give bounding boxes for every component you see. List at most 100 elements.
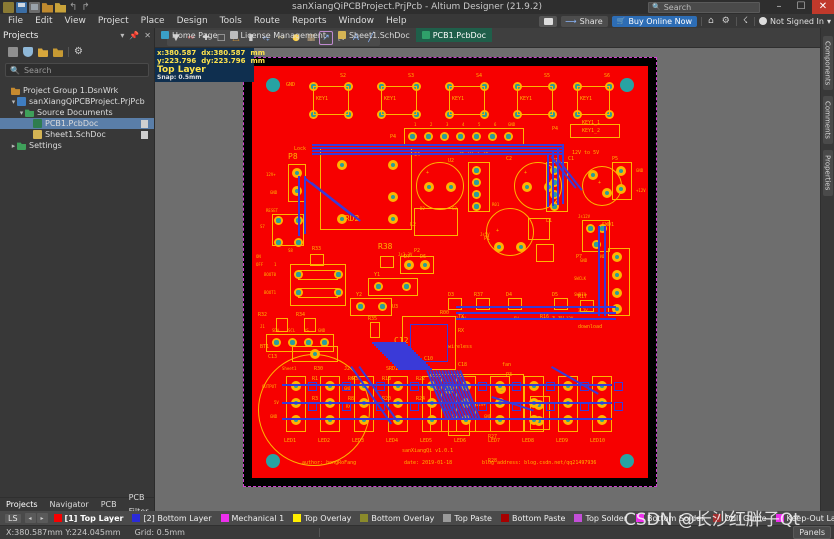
project-search-input[interactable]: 🔍 Search	[5, 63, 149, 77]
projects-panel-toolbar: ⚙	[0, 43, 154, 61]
menu-item-window[interactable]: Window	[333, 14, 381, 28]
hud-dy: dy:223.796	[201, 57, 245, 65]
expander-icon[interactable]: ▾	[10, 98, 17, 106]
pcb-board[interactable]: GND S2 KEY1 S3	[243, 57, 657, 487]
trace	[614, 402, 623, 411]
silk-led-label: LED4	[386, 438, 398, 444]
open-project-icon[interactable]	[42, 2, 53, 13]
silk-designator: S6	[604, 73, 610, 79]
tree-item-pcb1-pcbdoc[interactable]: PCB1.PcbDoc	[0, 118, 154, 129]
doc-tab-license-management[interactable]: License Management	[224, 28, 332, 42]
panel-menu-icon[interactable]: ▾	[120, 31, 124, 40]
open-project-folder-icon[interactable]	[38, 47, 48, 57]
layer-tab[interactable]: Keep-Out Layer	[776, 514, 834, 523]
pad	[292, 168, 302, 178]
open-document-icon[interactable]	[55, 2, 66, 13]
copper-trace	[312, 144, 562, 146]
maximize-button[interactable]: ☐	[790, 0, 812, 14]
tree-item-workspace[interactable]: Project Group 1.DsnWrk	[0, 85, 154, 96]
layer-prev-button[interactable]: ◂	[25, 513, 36, 523]
menu-item-place[interactable]: Place	[135, 14, 171, 28]
home-icon[interactable]: ⌂	[706, 16, 716, 26]
menu-item-help[interactable]: Help	[380, 14, 413, 28]
tab-pcb[interactable]: PCB	[95, 498, 123, 512]
save-icon[interactable]	[16, 2, 27, 13]
silk-part-name: KEY1	[384, 96, 396, 102]
global-search-placeholder: Search	[664, 3, 691, 12]
tree-item-source-documents[interactable]: ▾ Source Documents	[0, 107, 154, 118]
doc-tab-home-page[interactable]: Home Page	[155, 28, 224, 42]
buy-online-button[interactable]: 🛒 Buy Online Now	[612, 16, 697, 27]
altium-logo-icon[interactable]	[3, 2, 14, 13]
tree-item-project[interactable]: ▾ sanXiangQiPCBProject.PrjPcb	[0, 96, 154, 107]
layer-sets-button[interactable]: LS	[5, 514, 21, 523]
pad	[337, 214, 347, 224]
panel-pin-icon[interactable]: 📌	[129, 31, 139, 40]
compile-project-icon[interactable]	[23, 47, 33, 57]
menu-item-project[interactable]: Project	[92, 14, 135, 28]
comments-button[interactable]	[539, 16, 557, 27]
menu-item-file[interactable]: File	[5, 14, 29, 28]
top-layer-copper-fill: GND S2 KEY1 S3	[252, 66, 648, 478]
layer-next-button[interactable]: ▸	[37, 513, 48, 523]
tab-properties[interactable]: Properties	[823, 150, 833, 195]
tree-item-sheet1-schdoc[interactable]: Sheet1.SchDoc	[0, 129, 154, 140]
gear-icon[interactable]: ⚙	[720, 16, 732, 26]
divider	[701, 17, 702, 26]
layer-tab[interactable]: Bottom Paste	[501, 514, 565, 523]
layer-tab[interactable]: Top Solder	[574, 514, 627, 523]
layer-tab[interactable]: Drill Guide	[713, 514, 766, 523]
tab-navigator[interactable]: Navigator	[44, 498, 95, 512]
layer-tab[interactable]: Bottom Solder	[636, 514, 704, 523]
expander-icon[interactable]: ▾	[18, 109, 25, 117]
pad	[408, 132, 417, 141]
tab-projects[interactable]: Projects	[0, 498, 44, 512]
silk-designator: S5	[544, 73, 550, 79]
mounting-hole	[620, 454, 634, 468]
global-search-input[interactable]: 🔍 Search	[648, 2, 760, 13]
save-all-icon[interactable]	[29, 2, 40, 13]
close-button[interactable]: ✕	[812, 0, 834, 14]
layer-name: Bottom Overlay	[371, 514, 434, 523]
doc-tab-sheet1-schdoc[interactable]: Sheet1.SchDoc	[332, 28, 416, 42]
undo-icon[interactable]: ↰	[68, 2, 78, 13]
tab-components[interactable]: Components	[823, 36, 833, 90]
expander-icon[interactable]: ▸	[10, 142, 17, 150]
menu-item-reports[interactable]: Reports	[286, 14, 333, 28]
extensions-icon[interactable]: ☇	[741, 16, 750, 26]
add-to-project-icon[interactable]	[53, 47, 63, 57]
altium-designer-window: ↰ ↱ sanXiangQiPCBProject.PrjPcb - Altium…	[0, 0, 834, 539]
panel-close-icon[interactable]: ✕	[144, 31, 151, 40]
doc-tab-pcb1-pcbdoc[interactable]: PCB1.PcbDoc	[416, 28, 492, 42]
redo-icon[interactable]: ↱	[80, 2, 90, 13]
pad	[388, 214, 398, 224]
panels-button[interactable]: Panels	[793, 526, 831, 539]
menu-item-view[interactable]: View	[59, 14, 92, 28]
save-project-icon[interactable]	[8, 47, 18, 57]
menu-item-tools[interactable]: Tools	[214, 14, 248, 28]
project-options-gear-icon[interactable]: ⚙	[74, 47, 83, 57]
layer-tab[interactable]: Top Overlay	[293, 514, 351, 523]
hud-active-layer: Top Layer	[157, 66, 252, 74]
share-button[interactable]: ⟶ Share	[561, 16, 608, 27]
tab-comments[interactable]: Comments	[823, 96, 833, 144]
menu-item-design[interactable]: Design	[171, 14, 214, 28]
sign-in-menu[interactable]: Not Signed In ▾	[759, 17, 831, 26]
layer-tab[interactable]: Bottom Overlay	[360, 514, 434, 523]
hud-x-unit: mm	[250, 49, 265, 57]
menu-item-edit[interactable]: Edit	[29, 14, 58, 28]
menu-item-route[interactable]: Route	[248, 14, 286, 28]
search-icon: 🔍	[10, 66, 20, 75]
layer-tab[interactable]: [1] Top Layer	[54, 514, 124, 523]
layer-tab[interactable]: Mechanical 1	[221, 514, 285, 523]
mounting-hole	[266, 454, 280, 468]
tree-item-settings[interactable]: ▸ Settings	[0, 140, 154, 151]
pcb-canvas[interactable]: x:380.587 dx:380.587 mm y:223.796 dy:223…	[155, 48, 820, 511]
quick-access-toolbar[interactable]: ↰ ↱	[0, 2, 91, 13]
layer-color-swatch	[54, 514, 62, 522]
layer-tab[interactable]: Top Paste	[443, 514, 492, 523]
pad	[325, 381, 335, 391]
minimize-button[interactable]: –	[768, 0, 790, 14]
pad	[488, 132, 497, 141]
layer-tab[interactable]: [2] Bottom Layer	[132, 514, 211, 523]
